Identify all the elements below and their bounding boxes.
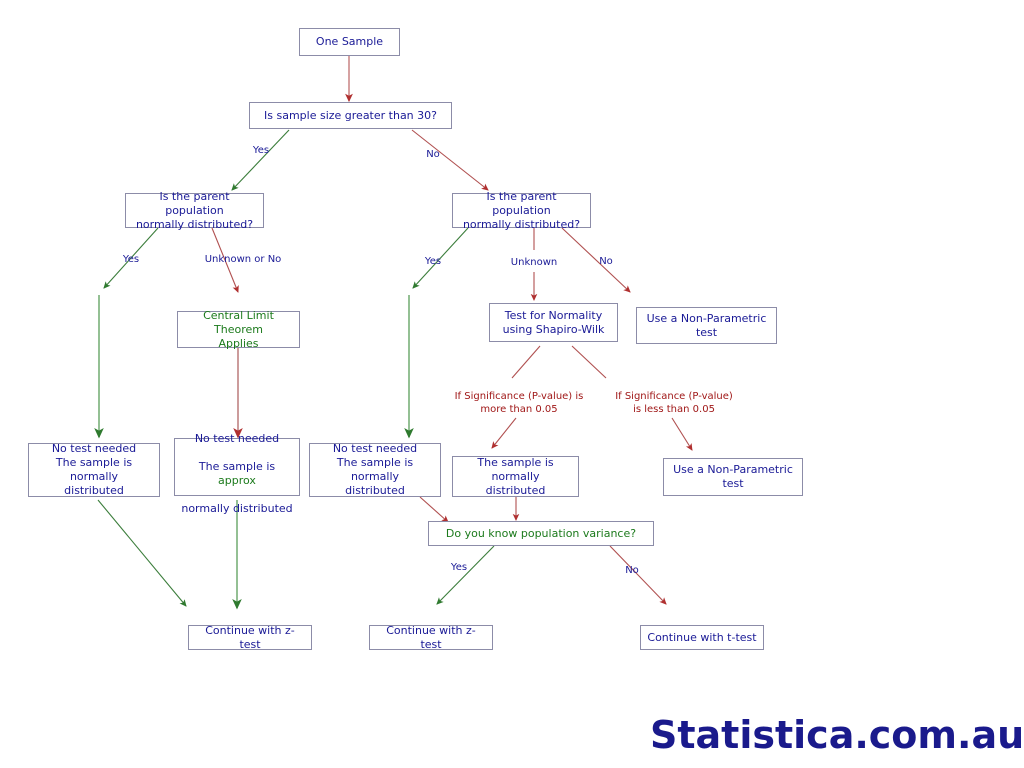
node-continue-z-test-2[interactable]: Continue with z-test xyxy=(369,624,493,651)
edge-label-no-right-parent: No xyxy=(599,256,613,267)
edge-label-yes-right-parent: Yes xyxy=(424,256,442,267)
node-parent-population-right[interactable]: Is the parent population normally distri… xyxy=(452,190,591,231)
node-population-variance-question[interactable]: Do you know population variance? xyxy=(428,521,654,546)
flowchart-edges xyxy=(94,56,693,610)
edge-label-significance-less: If Significance (P-value) is less than 0… xyxy=(615,391,733,415)
edge-label-yes-left-parent: Yes xyxy=(122,254,140,265)
edge-label-unknown-or-no: Unknown or No xyxy=(204,254,282,265)
node-central-limit-theorem[interactable]: Central Limit Theorem Applies xyxy=(177,309,300,350)
node-one-sample[interactable]: One Sample xyxy=(299,28,400,56)
edge-label-yes-variance: Yes xyxy=(450,562,468,573)
node-no-test-needed-1[interactable]: No test needed The sample is normally di… xyxy=(28,442,160,497)
edge-label-no-sample-size: No xyxy=(426,149,440,160)
edge-label-no-variance: No xyxy=(625,565,639,576)
node-test-for-normality[interactable]: Test for Normality using Shapiro-Wilk xyxy=(489,303,618,342)
edge-label-yes-sample-size: Yes xyxy=(252,145,270,156)
node-no-test-needed-approx[interactable]: No test needed The sample is approx norm… xyxy=(174,432,300,515)
site-brand-logo: Statistica.com.au xyxy=(650,713,1024,757)
line-2-prefix: The sample is xyxy=(198,460,276,473)
approx-keyword: approx xyxy=(218,474,256,487)
node-no-test-needed-3[interactable]: No test needed The sample is normally di… xyxy=(309,442,441,497)
line-3: normally distributed xyxy=(181,502,293,515)
flowchart-canvas: One Sample Is sample size greater than 3… xyxy=(0,0,1024,768)
node-continue-z-test-1[interactable]: Continue with z-test xyxy=(188,624,312,651)
no-test-needed-approx-text: No test needed The sample is approx norm… xyxy=(181,418,293,516)
node-non-parametric-upper[interactable]: Use a Non-Parametric test xyxy=(636,307,777,344)
node-non-parametric-lower[interactable]: Use a Non-Parametric test xyxy=(663,458,803,496)
node-continue-t-test[interactable]: Continue with t-test xyxy=(640,625,764,650)
line-1: No test needed xyxy=(194,432,280,445)
node-parent-population-left[interactable]: Is the parent population normally distri… xyxy=(125,190,264,231)
edge-label-unknown: Unknown xyxy=(510,257,558,268)
node-sample-size-question[interactable]: Is sample size greater than 30? xyxy=(249,102,452,129)
node-sample-is-normally-distributed[interactable]: The sample is normally distributed xyxy=(452,456,579,497)
